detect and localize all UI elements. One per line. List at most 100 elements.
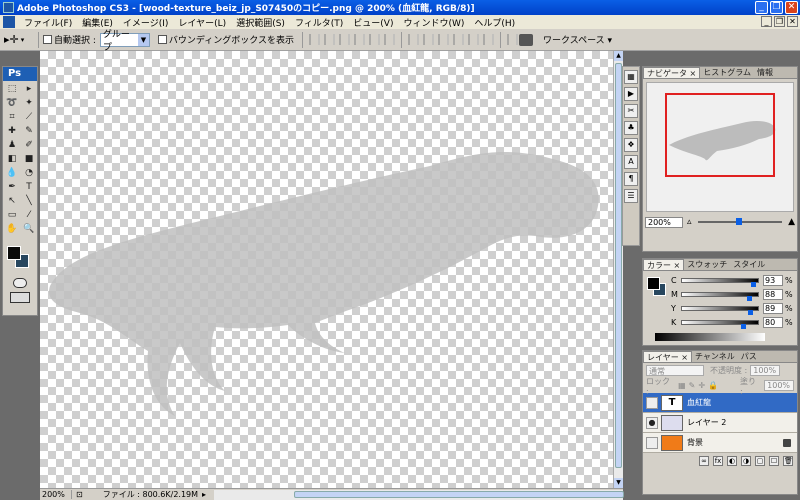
path-select-icon[interactable]: ↖ [4,195,20,208]
status-preview-icon[interactable]: ⊡ [76,490,83,499]
document-icon[interactable] [3,16,15,28]
doc-minimize-button[interactable]: _ [761,16,772,27]
align-right-icon[interactable] [384,34,396,45]
doc-close-button[interactable]: ✕ [787,16,798,27]
distribute-bottom-icon[interactable] [438,34,450,45]
quick-mask-button[interactable] [13,278,27,288]
tab-color[interactable]: カラー × [643,259,685,270]
hand-tool-icon[interactable]: ✋ [4,223,20,236]
clone-stamp-icon[interactable]: ♟ [4,139,20,152]
line-tool-icon[interactable]: ╲ [21,195,37,208]
dodge-tool-icon[interactable]: ◔ [21,167,37,180]
new-layer-icon[interactable]: ☐ [769,455,779,466]
align-left-icon[interactable] [354,34,366,45]
visibility-toggle[interactable] [646,396,658,409]
maximize-button[interactable]: ❐ [770,1,783,14]
blend-mode-select[interactable]: 通常 [646,365,704,376]
menu-layer[interactable]: レイヤー(L) [173,16,231,29]
brush-panel-icon[interactable]: ▦ [624,70,638,84]
magenta-knob[interactable] [746,296,752,301]
distribute-vcenter-icon[interactable] [423,34,435,45]
pen-tool-icon[interactable]: ✒ [4,181,20,194]
yellow-knob[interactable] [747,310,753,315]
lasso-tool-icon[interactable]: ➰ [4,97,20,110]
screen-mode-button[interactable] [10,292,30,303]
tab-swatches[interactable]: スウォッチ [684,259,730,270]
black-knob[interactable] [740,324,746,329]
fill-field[interactable]: 100% [764,380,794,391]
healing-brush-icon[interactable]: ✚ [4,125,20,138]
marquee-tool-icon[interactable]: ⬚ [4,83,20,96]
layer-name[interactable]: 背景 [687,437,783,448]
auto-align-icon[interactable] [507,34,519,45]
notes-panel-icon[interactable]: ☰ [624,189,638,203]
distribute-hcenter-icon[interactable] [468,34,480,45]
eye-icon[interactable]: ● [646,416,658,429]
doc-restore-button[interactable]: ❐ [774,16,785,27]
magic-wand-icon[interactable]: ✦ [21,97,37,110]
scrollbar-thumb[interactable] [615,63,622,468]
align-bottom-icon[interactable] [339,34,351,45]
lock-all-icon[interactable]: 🔒 [708,381,718,390]
workspace-menu[interactable]: ワークスペース ▾ [518,33,612,46]
document-canvas[interactable] [40,51,613,488]
layer-comps-icon[interactable]: ❖ [624,138,638,152]
distribute-left-icon[interactable] [453,34,465,45]
scrollbar-thumb[interactable] [294,490,625,498]
navigator-preview[interactable] [646,82,794,212]
checkbox-box[interactable] [157,35,167,44]
zoom-tool-icon[interactable]: 🔍 [21,223,37,236]
menu-file[interactable]: ファイル(F) [19,16,77,29]
gradient-tool-icon[interactable]: ■ [21,153,37,166]
layer-row-image[interactable]: ● レイヤー 2 [643,413,797,433]
yellow-slider[interactable] [681,306,759,315]
align-hcenter-icon[interactable] [369,34,381,45]
history-brush-icon[interactable]: ✐ [21,139,37,152]
tab-info[interactable]: 情報 [754,67,776,78]
align-top-icon[interactable] [309,34,321,45]
cyan-slider[interactable] [681,278,759,287]
tab-navigator[interactable]: ナビゲータ × [643,67,701,78]
tab-histogram[interactable]: ヒストグラム [700,67,754,78]
black-slider[interactable] [681,320,759,329]
layer-name[interactable]: レイヤー 2 [687,417,797,428]
actions-panel-icon[interactable]: ▶ [624,87,638,101]
tab-channels[interactable]: チャンネル [692,351,738,362]
menu-help[interactable]: ヘルプ(H) [469,16,520,29]
zoom-level[interactable]: 200% [40,490,72,499]
slice-tool-icon[interactable]: ⟋ [21,111,37,124]
minimize-button[interactable]: _ [755,1,768,14]
layer-mask-icon[interactable]: ◐ [727,455,737,466]
layer-row-text[interactable]: T 血紅龍 [643,393,797,413]
lock-transparency-icon[interactable]: ▦ [678,381,686,390]
cyan-value[interactable]: 93 [763,275,783,286]
navigator-zoom-field[interactable]: 200% [645,216,683,228]
eraser-tool-icon[interactable]: ◧ [4,153,20,166]
link-layers-icon[interactable]: ∞ [699,455,709,466]
menu-filter[interactable]: フィルタ(T) [290,16,348,29]
panel-foreground-swatch[interactable] [647,277,660,290]
distribute-right-icon[interactable] [483,34,495,45]
navigator-view-box[interactable] [665,93,775,177]
color-ramp[interactable] [655,333,765,341]
distribute-top-icon[interactable] [408,34,420,45]
bounding-box-checkbox[interactable]: バウンディングボックスを表示 [157,33,294,46]
tool-presets-icon[interactable]: ✂ [624,104,638,118]
character-panel-icon[interactable]: A [624,155,638,169]
scroll-down-icon[interactable]: ▼ [614,478,623,488]
move-tool-preset-picker[interactable]: ▸✛ ▾ [4,32,34,48]
menu-select[interactable]: 選択範囲(S) [231,16,290,29]
layer-style-icon[interactable]: fx [713,455,723,466]
zoom-slider[interactable] [697,218,783,225]
auto-select-checkbox[interactable]: 自動選択 : [43,33,96,46]
blur-tool-icon[interactable]: 💧 [4,167,20,180]
brush-tool-icon[interactable]: ✎ [21,125,37,138]
visibility-toggle[interactable] [646,436,658,449]
foreground-color-swatch[interactable] [7,246,21,260]
align-vcenter-icon[interactable] [324,34,336,45]
type-tool-icon[interactable]: T [21,181,37,194]
yellow-value[interactable]: 89 [763,303,783,314]
magenta-slider[interactable] [681,292,759,301]
close-button[interactable]: ✕ [785,1,798,14]
scroll-up-icon[interactable]: ▲ [614,51,623,61]
